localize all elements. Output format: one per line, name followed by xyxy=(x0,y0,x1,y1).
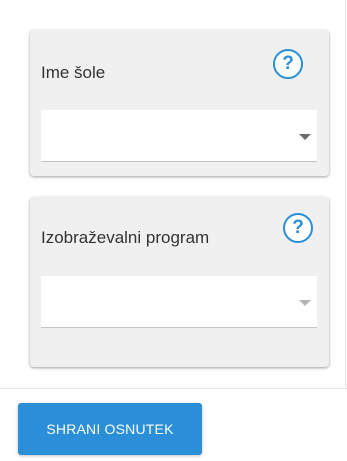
caret-down-icon xyxy=(299,300,311,306)
education-program-label: Izobraževalni program xyxy=(41,228,210,247)
education-program-select[interactable] xyxy=(41,276,317,328)
footer-divider xyxy=(0,388,347,389)
caret-down-icon xyxy=(299,134,311,140)
save-draft-button[interactable]: SHRANI OSNUTEK xyxy=(18,403,202,455)
question-circle-icon[interactable]: ? xyxy=(273,49,303,79)
school-name-select[interactable] xyxy=(41,110,317,162)
education-program-card: Izobraževalni program ? xyxy=(30,197,329,367)
question-circle-icon[interactable]: ? xyxy=(283,213,313,243)
form-page: Ime šole ? Izobraževalni program ? SHRAN… xyxy=(0,0,347,461)
school-name-label: Ime šole xyxy=(41,63,106,82)
panel-right-border xyxy=(345,0,346,389)
school-name-card: Ime šole ? xyxy=(30,30,329,176)
